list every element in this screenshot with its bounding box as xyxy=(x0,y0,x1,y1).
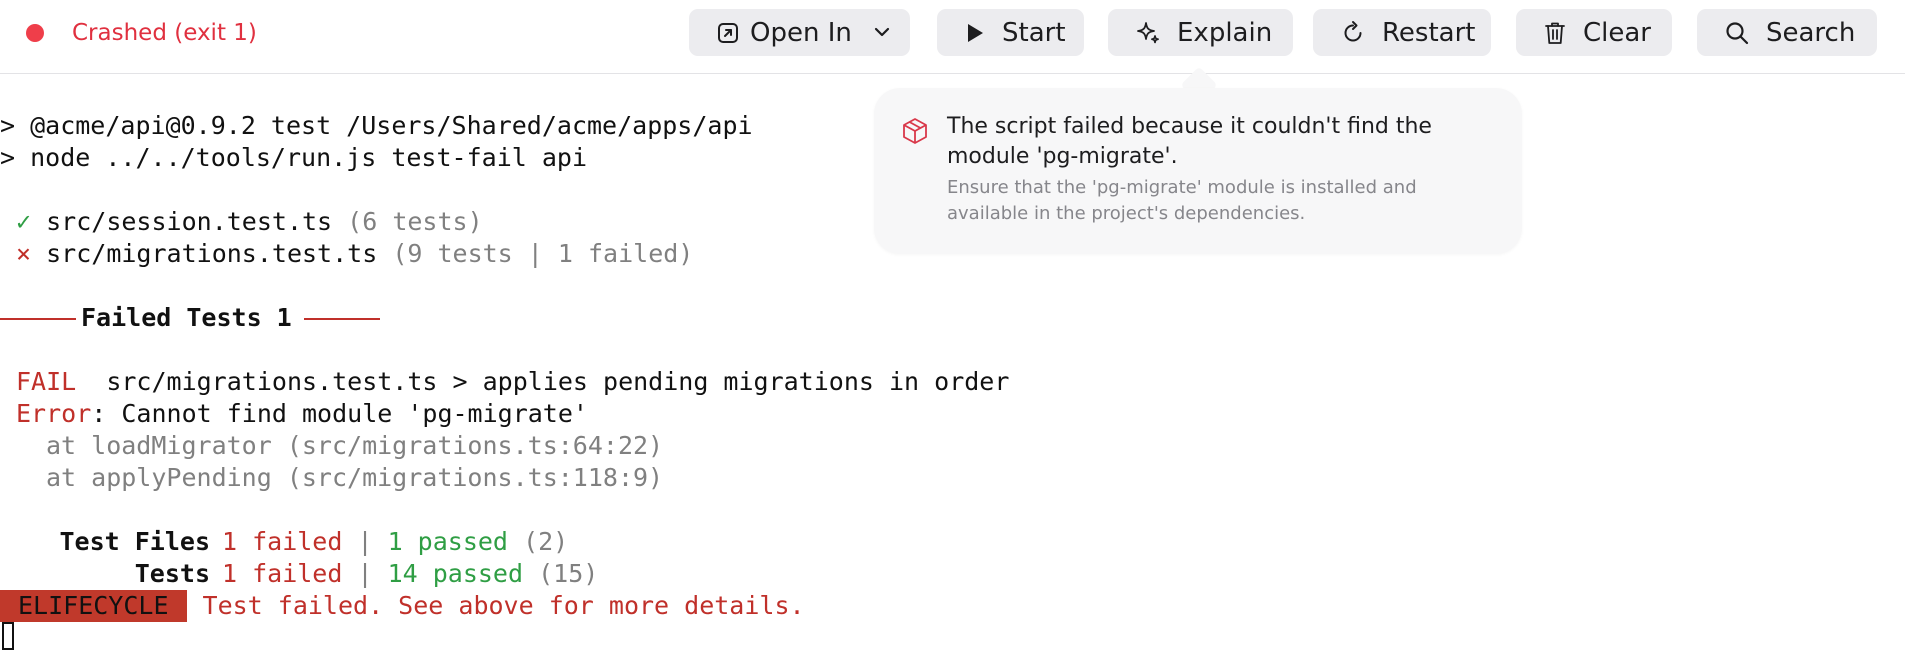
command-line: > @acme/api@0.9.2 test /Users/Shared/acm… xyxy=(0,111,753,140)
command-line: > node ../../tools/run.js test-fail api xyxy=(0,143,587,172)
explain-label: Explain xyxy=(1177,17,1273,48)
failed-tests-title: Failed Tests 1 xyxy=(81,303,292,332)
search-icon xyxy=(1726,21,1749,44)
open-external-icon xyxy=(718,22,738,43)
clear-button[interactable]: Clear xyxy=(1516,9,1672,56)
check-icon: ✓ xyxy=(16,207,32,236)
terminal-cursor[interactable] xyxy=(2,622,14,650)
summary-test-files: Test Files 1 failed | 1 passed (2) xyxy=(16,526,568,558)
package-icon xyxy=(903,118,927,144)
test-file-passed: ✓ src/session.test.ts (6 tests) xyxy=(16,206,483,238)
summary-label: Test Files xyxy=(59,527,210,556)
cross-icon: × xyxy=(16,239,32,268)
restart-button[interactable]: Restart xyxy=(1313,9,1491,56)
start-button[interactable]: Start xyxy=(937,9,1084,56)
explain-button[interactable]: Explain xyxy=(1108,9,1293,56)
summary-passed: 14 passed xyxy=(387,559,524,588)
summary-failed: 1 failed xyxy=(222,559,343,588)
summary-passed: 1 passed xyxy=(387,527,508,556)
summary-separator: | xyxy=(342,559,388,588)
open-in-button[interactable]: Open In xyxy=(689,9,910,56)
clear-label: Clear xyxy=(1583,17,1651,48)
test-file-failed: × src/migrations.test.ts (9 tests | 1 fa… xyxy=(16,238,693,270)
summary-separator: | xyxy=(342,527,388,556)
search-button[interactable]: Search xyxy=(1697,9,1877,56)
open-in-label: Open In xyxy=(750,17,852,48)
restart-label: Restart xyxy=(1382,17,1476,48)
summary-label: Tests xyxy=(134,559,210,588)
test-file-meta: (6 tests) xyxy=(347,207,483,236)
status-text: Crashed (exit 1) xyxy=(72,20,257,46)
summary-tests: Tests 1 failed | 14 passed (15) xyxy=(16,558,599,590)
restart-icon xyxy=(1344,20,1362,41)
search-label: Search xyxy=(1766,17,1856,48)
summary-total: (15) xyxy=(538,559,599,588)
lifecycle-message: Test failed. See above for more details. xyxy=(202,591,805,620)
explanation-popover: The script failed because it couldn't fi… xyxy=(874,88,1522,254)
error-message: : Cannot find module 'pg-migrate' xyxy=(91,399,588,428)
summary-total: (2) xyxy=(523,527,569,556)
failed-test-line: FAIL src/migrations.test.ts > applies pe… xyxy=(16,366,1009,398)
fail-tag: FAIL xyxy=(16,367,77,396)
stack-frame: at applyPending (src/migrations.ts:118:9… xyxy=(46,463,664,492)
sparkle-icon xyxy=(1137,21,1159,43)
test-file-name: src/migrations.test.ts xyxy=(46,239,378,268)
test-file-name: src/session.test.ts xyxy=(46,207,333,236)
play-icon xyxy=(968,23,983,42)
chevron-down-icon[interactable] xyxy=(872,22,892,42)
trash-icon xyxy=(1545,22,1565,44)
explanation-body: Ensure that the 'pg-migrate' module is i… xyxy=(947,177,1417,224)
lifecycle-badge: ELIFECYCLE xyxy=(0,590,187,622)
process-status: Crashed (exit 1) xyxy=(26,15,257,51)
error-line: Error: Cannot find module 'pg-migrate' xyxy=(16,398,588,430)
stack-frame: at loadMigrator (src/migrations.ts:64:22… xyxy=(46,431,664,460)
test-file-meta: (9 tests | 1 failed) xyxy=(392,239,694,268)
summary-failed: 1 failed xyxy=(222,527,343,556)
toolbar: Crashed (exit 1) Open In Start Explain R… xyxy=(0,0,1905,74)
failed-tests-header: Failed Tests 1 xyxy=(0,302,380,334)
start-label: Start xyxy=(1002,17,1066,48)
header-rule-left xyxy=(0,318,76,320)
failed-test-name: src/migrations.test.ts > applies pending… xyxy=(106,367,1010,396)
explanation-title: The script failed because it couldn't fi… xyxy=(947,114,1432,169)
lifecycle-line: ELIFECYCLE Test failed. See above for mor… xyxy=(0,590,805,622)
status-dot xyxy=(26,24,44,42)
header-rule-right xyxy=(303,318,380,320)
error-label: Error xyxy=(16,399,92,428)
